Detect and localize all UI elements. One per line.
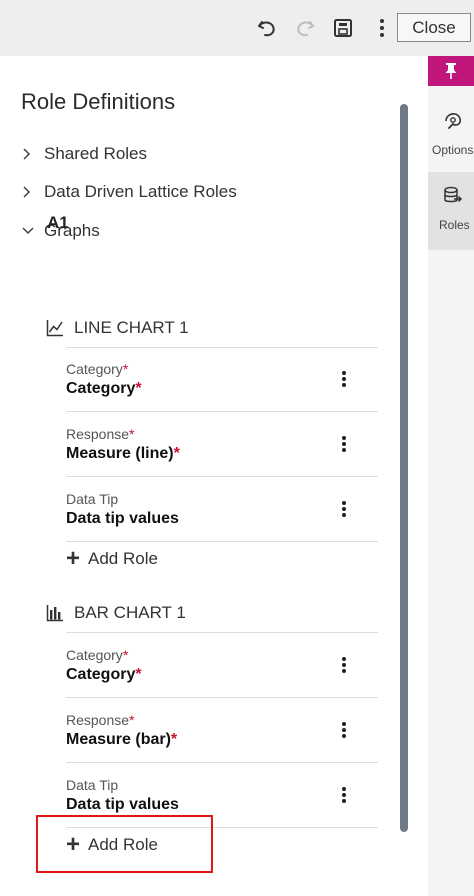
role-value: Data tip values bbox=[66, 510, 179, 527]
role-menu-icon[interactable] bbox=[334, 712, 354, 748]
chevron-right-icon bbox=[22, 148, 44, 160]
role-item-category[interactable]: Category* Category* bbox=[66, 647, 378, 711]
role-label: Category* bbox=[66, 361, 129, 377]
divider bbox=[66, 697, 378, 698]
add-role-button[interactable]: + Add Role bbox=[66, 546, 158, 572]
panel-title: Role Definitions bbox=[21, 89, 176, 114]
role-label: Response* bbox=[66, 712, 135, 728]
bar-chart-icon bbox=[46, 604, 74, 622]
role-item-response[interactable]: Response* Measure (line)* bbox=[66, 426, 378, 490]
role-menu-icon[interactable] bbox=[334, 491, 354, 527]
tree-node-label: Shared Roles bbox=[44, 144, 148, 163]
divider bbox=[66, 411, 378, 412]
chevron-down-icon bbox=[22, 226, 44, 236]
divider bbox=[66, 762, 378, 763]
divider bbox=[66, 347, 378, 348]
role-item-response[interactable]: Response* Measure (bar)* bbox=[66, 712, 378, 776]
role-menu-icon[interactable] bbox=[334, 647, 354, 683]
tree-node-data-driven-lattice-roles[interactable]: Data Driven Lattice Roles bbox=[22, 178, 237, 206]
chevron-right-icon bbox=[22, 186, 44, 198]
more-vertical-icon[interactable] bbox=[366, 12, 398, 44]
chart-header-bar-chart-1[interactable]: BAR CHART 1 bbox=[46, 600, 186, 626]
rail-tab-roles[interactable]: Roles bbox=[428, 172, 474, 250]
divider bbox=[66, 541, 378, 542]
role-label: Category* bbox=[66, 647, 129, 663]
role-value: Measure (line)* bbox=[66, 445, 180, 462]
role-item-category[interactable]: Category* Category* bbox=[66, 361, 378, 425]
role-value: Measure (bar)* bbox=[66, 731, 178, 748]
undo-icon[interactable] bbox=[251, 12, 283, 44]
add-role-label: Add Role bbox=[88, 549, 158, 568]
rail-tab-options[interactable]: Options bbox=[428, 97, 474, 175]
role-menu-icon[interactable] bbox=[334, 426, 354, 462]
rail-tab-label: Options bbox=[432, 143, 474, 157]
top-toolbar: Close bbox=[0, 0, 474, 56]
divider bbox=[66, 632, 378, 633]
save-icon[interactable] bbox=[327, 12, 359, 44]
scrollbar-thumb[interactable] bbox=[400, 104, 408, 832]
section-a1-label: A1 bbox=[47, 213, 69, 232]
tree-node-shared-roles[interactable]: Shared Roles bbox=[22, 140, 147, 168]
highlight-box bbox=[36, 815, 213, 873]
role-label: Data Tip bbox=[66, 491, 119, 507]
role-menu-icon[interactable] bbox=[334, 777, 354, 813]
role-value: Category* bbox=[66, 666, 142, 683]
chart-title: BAR CHART 1 bbox=[74, 603, 186, 622]
role-label: Data Tip bbox=[66, 777, 119, 793]
role-value: Category* bbox=[66, 380, 142, 397]
roles-icon bbox=[443, 186, 463, 206]
plus-icon: + bbox=[66, 545, 81, 572]
tree-node-label: Data Driven Lattice Roles bbox=[44, 182, 237, 201]
role-menu-icon[interactable] bbox=[334, 361, 354, 397]
chart-title: LINE CHART 1 bbox=[74, 318, 189, 337]
role-value: Data tip values bbox=[66, 796, 179, 813]
close-button[interactable]: Close bbox=[397, 13, 471, 42]
options-icon bbox=[443, 111, 463, 131]
divider bbox=[66, 476, 378, 477]
role-label: Response* bbox=[66, 426, 135, 442]
chart-header-line-chart-1[interactable]: LINE CHART 1 bbox=[46, 315, 189, 341]
rail-tab-label: Roles bbox=[439, 218, 470, 232]
redo-icon[interactable] bbox=[289, 12, 321, 44]
pin-icon[interactable] bbox=[428, 56, 474, 86]
line-chart-icon bbox=[46, 319, 74, 337]
